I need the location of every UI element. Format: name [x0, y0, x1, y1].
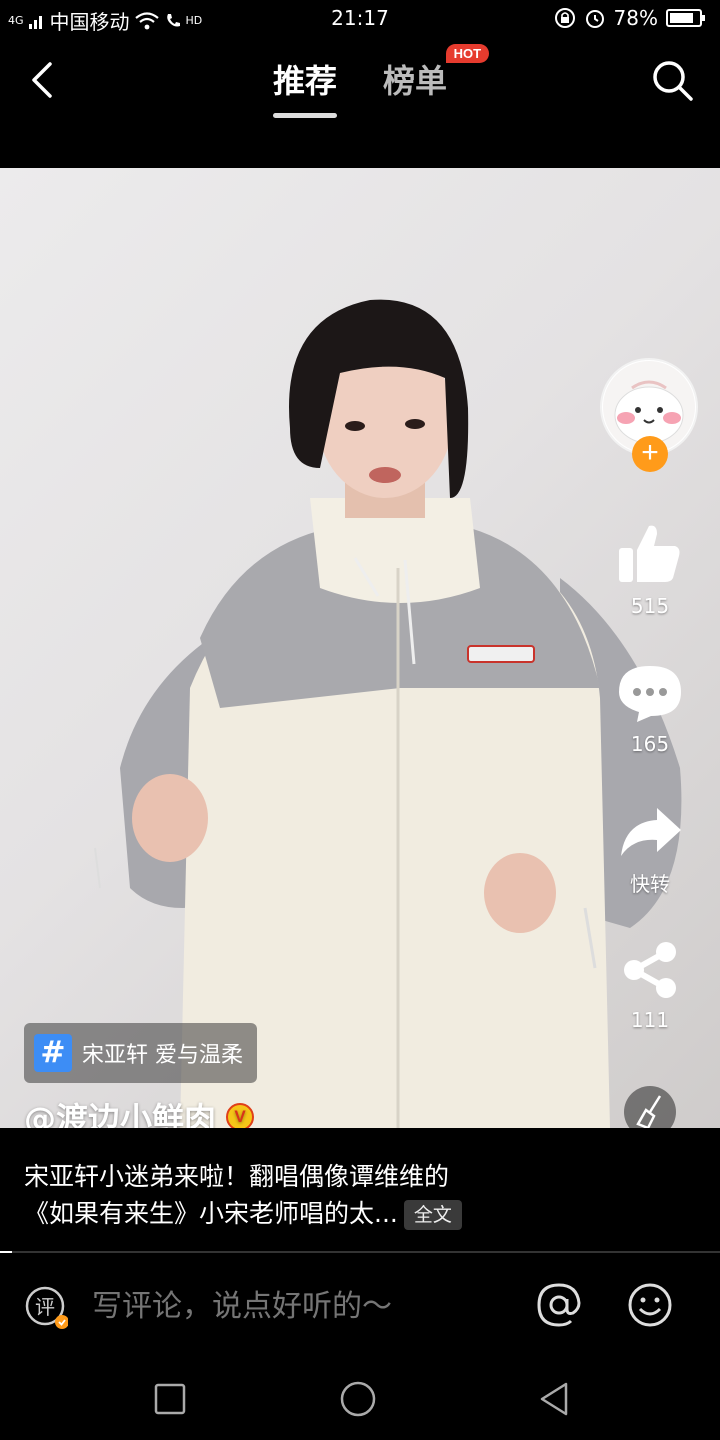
tab-recommend[interactable]: 推荐 [272, 56, 338, 118]
repost-label: 快转 [630, 872, 670, 896]
thumbs-up-icon [619, 525, 680, 582]
comment-count: 165 [630, 732, 670, 756]
full-text-button[interactable]: 全文 [403, 1200, 462, 1230]
system-nav-bar [0, 1357, 720, 1440]
share-icon [624, 942, 676, 998]
hot-badge: HOT [445, 44, 490, 63]
speech-bubble-icon [619, 666, 681, 722]
rotation-lock-icon [554, 8, 575, 28]
mention-at-icon[interactable] [535, 1281, 583, 1329]
back-triangle-icon[interactable] [536, 1381, 572, 1417]
tab-bar: 推荐 榜单 HOT [0, 44, 720, 118]
battery-icon [666, 9, 705, 27]
status-bar: 4G 中国移动 HD 21:17 78% [0, 0, 720, 36]
like-button[interactable]: 515 [610, 522, 690, 618]
alarm-icon [585, 10, 604, 28]
video-caption: 宋亚轩小迷弟来啦！翻唱偶像谭维维的 《如果有来生》小宋老师唱的太... 全文 [0, 1128, 720, 1252]
follow-plus-button[interactable]: + [632, 436, 668, 472]
topic-text: 宋亚轩 爱与温柔 [82, 1043, 243, 1068]
caption-line-1: 宋亚轩小迷弟来啦！翻唱偶像谭维维的 [24, 1162, 450, 1191]
comment-entry-icon[interactable]: 评 [24, 1285, 68, 1329]
caption-line-2-text: 《如果有来生》小宋老师唱的太... [24, 1199, 398, 1228]
tab-ranking-label: 榜单 [383, 62, 448, 100]
verified-badge-icon: V [226, 1103, 255, 1131]
search-button[interactable] [650, 58, 694, 102]
hashtag-icon: # [34, 1034, 72, 1072]
author-avatar[interactable]: + [600, 358, 698, 472]
comment-button[interactable]: 165 [610, 664, 690, 756]
like-count: 515 [630, 594, 670, 618]
forward-arrow-icon [621, 808, 681, 856]
emoji-icon[interactable] [626, 1281, 674, 1329]
share-button[interactable]: 111 [610, 940, 690, 1032]
comment-input[interactable] [92, 1283, 492, 1329]
topic-tag[interactable]: # 宋亚轩 爱与温柔 [24, 1023, 257, 1083]
battery-percent: 78% [613, 6, 658, 30]
top-nav: 推荐 榜单 HOT [0, 36, 720, 168]
comment-entry-char: 评 [35, 1295, 55, 1319]
recents-square-icon[interactable] [152, 1381, 188, 1417]
repost-button[interactable]: 快转 [610, 804, 690, 897]
home-circle-icon[interactable] [340, 1381, 376, 1417]
caption-line-2: 《如果有来生》小宋老师唱的太... 全文 [24, 1195, 696, 1232]
comment-bar: 评 [0, 1253, 720, 1357]
share-count: 111 [630, 1008, 670, 1032]
status-right: 78% [554, 6, 706, 30]
tab-ranking[interactable]: 榜单 HOT [383, 44, 490, 118]
tab-recommend-label: 推荐 [272, 62, 337, 100]
